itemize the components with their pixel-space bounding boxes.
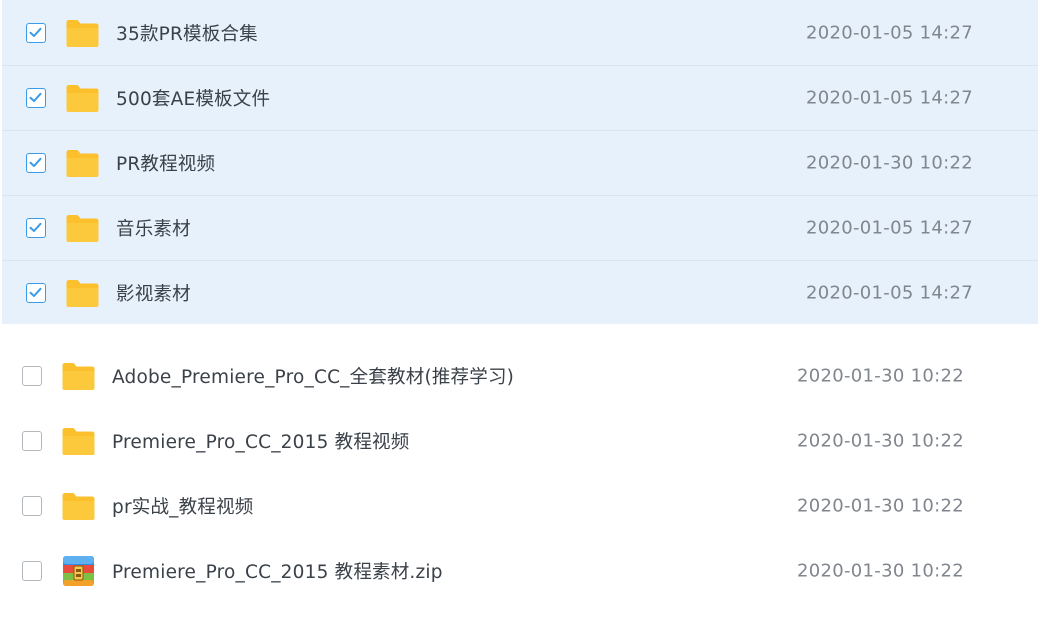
modified-date: 2020-01-30 10:22	[797, 430, 965, 451]
file-name: Premiere_Pro_CC_2015 教程视频	[112, 431, 410, 453]
file-name: 影视素材	[116, 283, 191, 305]
file-row[interactable]: pr实战_教程视频 2020-01-30 10:22	[0, 473, 1038, 538]
modified-date: 2020-01-30 10:22	[806, 152, 974, 173]
file-name: PR教程视频	[116, 153, 216, 175]
checkmark-icon	[29, 222, 42, 232]
modified-date: 2020-01-30 10:22	[797, 560, 965, 581]
file-row[interactable]: 影视素材 2020-01-05 14:27	[0, 260, 1038, 325]
file-row[interactable]: 35款PR模板合集 2020-01-05 14:27	[0, 0, 1038, 66]
folder-icon	[66, 279, 99, 307]
checkbox-checked[interactable]	[26, 87, 46, 108]
modified-date: 2020-01-30 10:22	[797, 365, 965, 386]
modified-date: 2020-01-05 14:27	[806, 217, 974, 238]
checkbox-checked[interactable]	[26, 217, 46, 238]
checkbox-checked[interactable]	[26, 152, 46, 173]
file-name: 音乐素材	[116, 218, 191, 240]
modified-date: 2020-01-05 14:27	[806, 22, 974, 43]
file-name: pr实战_教程视频	[112, 496, 254, 518]
file-row[interactable]: Adobe_Premiere_Pro_CC_全套教材(推荐学习) 2020-01…	[0, 343, 1038, 408]
checkbox-checked[interactable]	[26, 282, 46, 303]
folder-icon	[62, 427, 95, 455]
folder-icon	[62, 492, 95, 520]
zip-archive-icon	[63, 555, 94, 586]
file-row[interactable]: Premiere_Pro_CC_2015 教程素材.zip 2020-01-30…	[0, 538, 1038, 603]
checkmark-icon	[29, 27, 42, 37]
modified-date: 2020-01-05 14:27	[806, 87, 974, 108]
checkmark-icon	[29, 157, 42, 167]
checkmark-icon	[29, 287, 42, 297]
checkbox-unchecked[interactable]	[22, 560, 42, 581]
file-name: 500套AE模板文件	[116, 88, 271, 110]
modified-date: 2020-01-05 14:27	[806, 282, 974, 303]
folder-icon	[66, 19, 99, 47]
file-name: Premiere_Pro_CC_2015 教程素材.zip	[112, 561, 443, 583]
checkbox-unchecked[interactable]	[22, 365, 42, 386]
checkbox-unchecked[interactable]	[22, 495, 42, 516]
folder-icon	[66, 149, 99, 177]
folder-icon	[62, 362, 95, 390]
file-row[interactable]: 音乐素材 2020-01-05 14:27	[0, 195, 1038, 261]
modified-date: 2020-01-30 10:22	[797, 495, 965, 516]
folder-icon	[66, 214, 99, 242]
file-list: 35款PR模板合集 2020-01-05 14:27 500套AE模板文件 20…	[0, 0, 1038, 620]
file-row[interactable]: Premiere_Pro_CC_2015 教程视频 2020-01-30 10:…	[0, 408, 1038, 473]
file-row[interactable]: 500套AE模板文件 2020-01-05 14:27	[0, 65, 1038, 131]
folder-icon	[66, 84, 99, 112]
file-name: 35款PR模板合集	[116, 23, 258, 45]
checkbox-checked[interactable]	[26, 22, 46, 43]
file-row[interactable]: PR教程视频 2020-01-30 10:22	[0, 130, 1038, 196]
checkbox-unchecked[interactable]	[22, 430, 42, 451]
file-name: Adobe_Premiere_Pro_CC_全套教材(推荐学习)	[112, 366, 515, 388]
checkmark-icon	[29, 92, 42, 102]
